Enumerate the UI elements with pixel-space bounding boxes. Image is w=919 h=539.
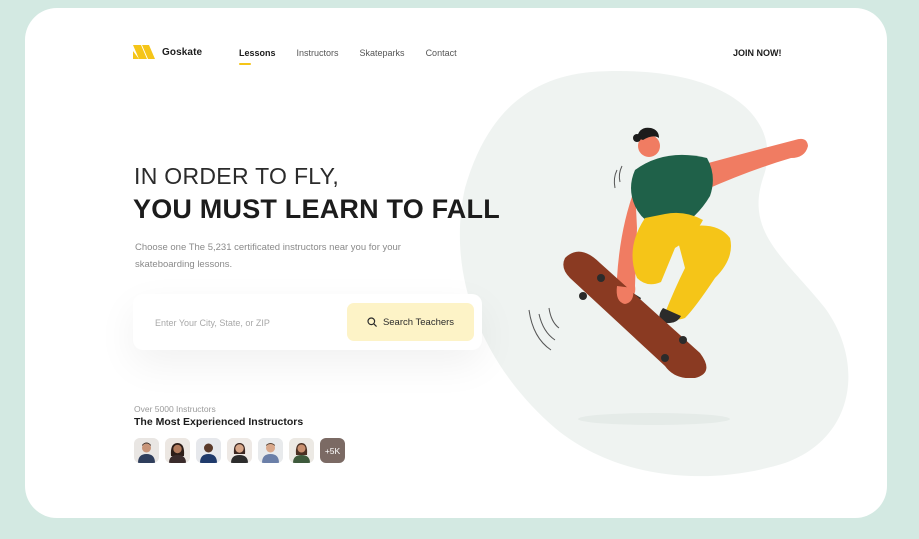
search-box: Search Teachers — [133, 294, 482, 350]
join-now-button[interactable]: JOIN NOW! — [733, 48, 782, 58]
avatar[interactable] — [227, 438, 252, 463]
logo[interactable]: Goskate — [133, 45, 202, 59]
landing-card: Goskate Lessons Instructors Skateparks C… — [25, 8, 887, 518]
instructor-count: Over 5000 Instructors — [134, 404, 216, 414]
skater-illustration — [528, 127, 808, 378]
hero-subtitle: IN ORDER TO FLY, — [134, 163, 340, 189]
location-search-input[interactable] — [153, 312, 337, 334]
avatar[interactable] — [134, 438, 159, 463]
search-icon — [367, 317, 377, 327]
hero-title: YOU MUST LEARN TO FALL — [133, 194, 500, 224]
search-teachers-button[interactable]: Search Teachers — [347, 303, 474, 341]
instructor-avatars: +5K — [134, 438, 345, 463]
nav-lessons[interactable]: Lessons — [239, 48, 276, 65]
avatar[interactable] — [196, 438, 221, 463]
nav-skateparks[interactable]: Skateparks — [360, 48, 405, 58]
ground-shadow — [578, 413, 730, 425]
instructors-title: The Most Experienced Instructors — [134, 416, 304, 428]
more-instructors-badge[interactable]: +5K — [320, 438, 345, 463]
avatar[interactable] — [165, 438, 190, 463]
search-button-label: Search Teachers — [382, 316, 455, 328]
top-nav: Goskate Lessons Instructors Skateparks C… — [25, 8, 887, 68]
avatar[interactable] — [258, 438, 283, 463]
logo-icon — [133, 45, 155, 59]
nav-contact[interactable]: Contact — [426, 48, 457, 58]
hero-description: Choose one The 5,231 certificated instru… — [135, 242, 401, 270]
main-menu: Lessons Instructors Skateparks Contact — [239, 48, 478, 65]
brand-name: Goskate — [162, 46, 203, 58]
nav-instructors[interactable]: Instructors — [297, 48, 339, 58]
avatar[interactable] — [289, 438, 314, 463]
